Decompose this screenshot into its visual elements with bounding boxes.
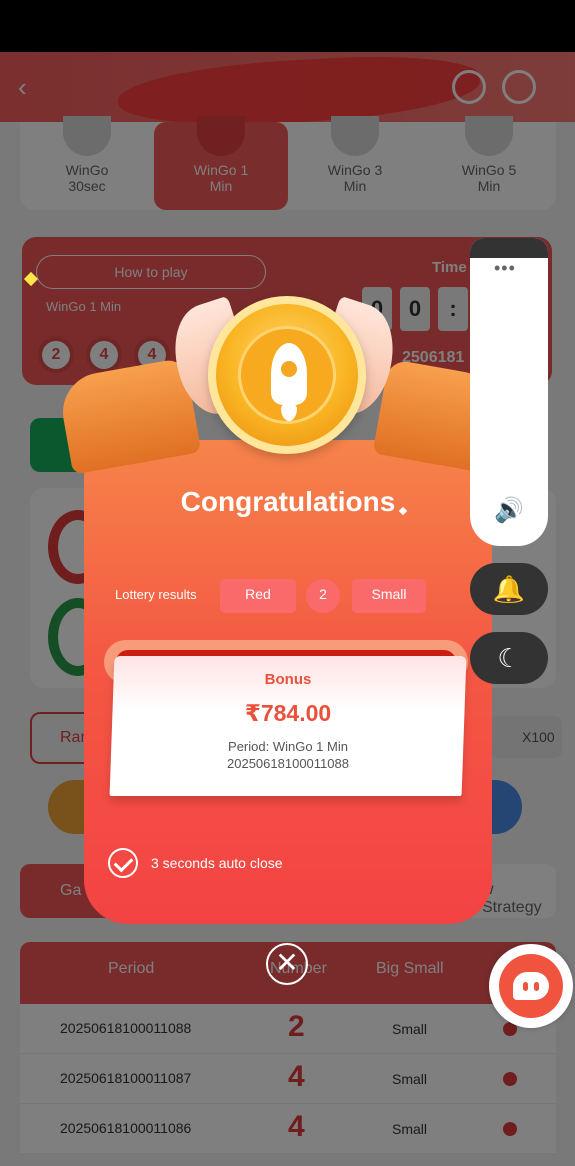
medal-inner (238, 326, 336, 424)
auto-close-label: 3 seconds auto close (151, 855, 283, 871)
result-size-chip: Small (352, 579, 426, 613)
flame-icon (281, 403, 297, 421)
modal-title: Congratulations (180, 486, 396, 517)
chat-icon[interactable] (489, 944, 573, 1028)
volume-panel-top (470, 238, 548, 258)
period-info: Period: WinGo 1 Min 20250618100011088 (112, 738, 464, 772)
bell-icon[interactable]: 🔔 (470, 563, 548, 615)
bonus-label: Bonus (264, 671, 312, 688)
lottery-results-label: Lottery results (115, 587, 197, 602)
rocket-icon (271, 343, 307, 405)
more-icon[interactable]: ••• (494, 258, 516, 279)
result-color-chip: Red (220, 579, 296, 613)
chat-bubble (499, 954, 563, 1018)
speaker-icon[interactable]: 🔊 (494, 496, 524, 525)
check-icon[interactable] (108, 848, 138, 878)
rocket-medal-icon (208, 296, 366, 454)
close-icon[interactable]: ✕ (266, 943, 308, 985)
bonus-amount: ₹784.00 (244, 700, 332, 726)
status-bar (0, 0, 575, 52)
period-id: 20250618100011088 (227, 756, 349, 771)
lightning-icon (281, 361, 297, 377)
result-number-chip: 2 (306, 579, 340, 613)
period-line: Period: WinGo 1 Min (228, 739, 348, 754)
volume-panel[interactable]: ••• 🔊 (470, 238, 548, 546)
moon-icon[interactable]: ☾ (470, 632, 548, 684)
chat-face (513, 972, 549, 1000)
